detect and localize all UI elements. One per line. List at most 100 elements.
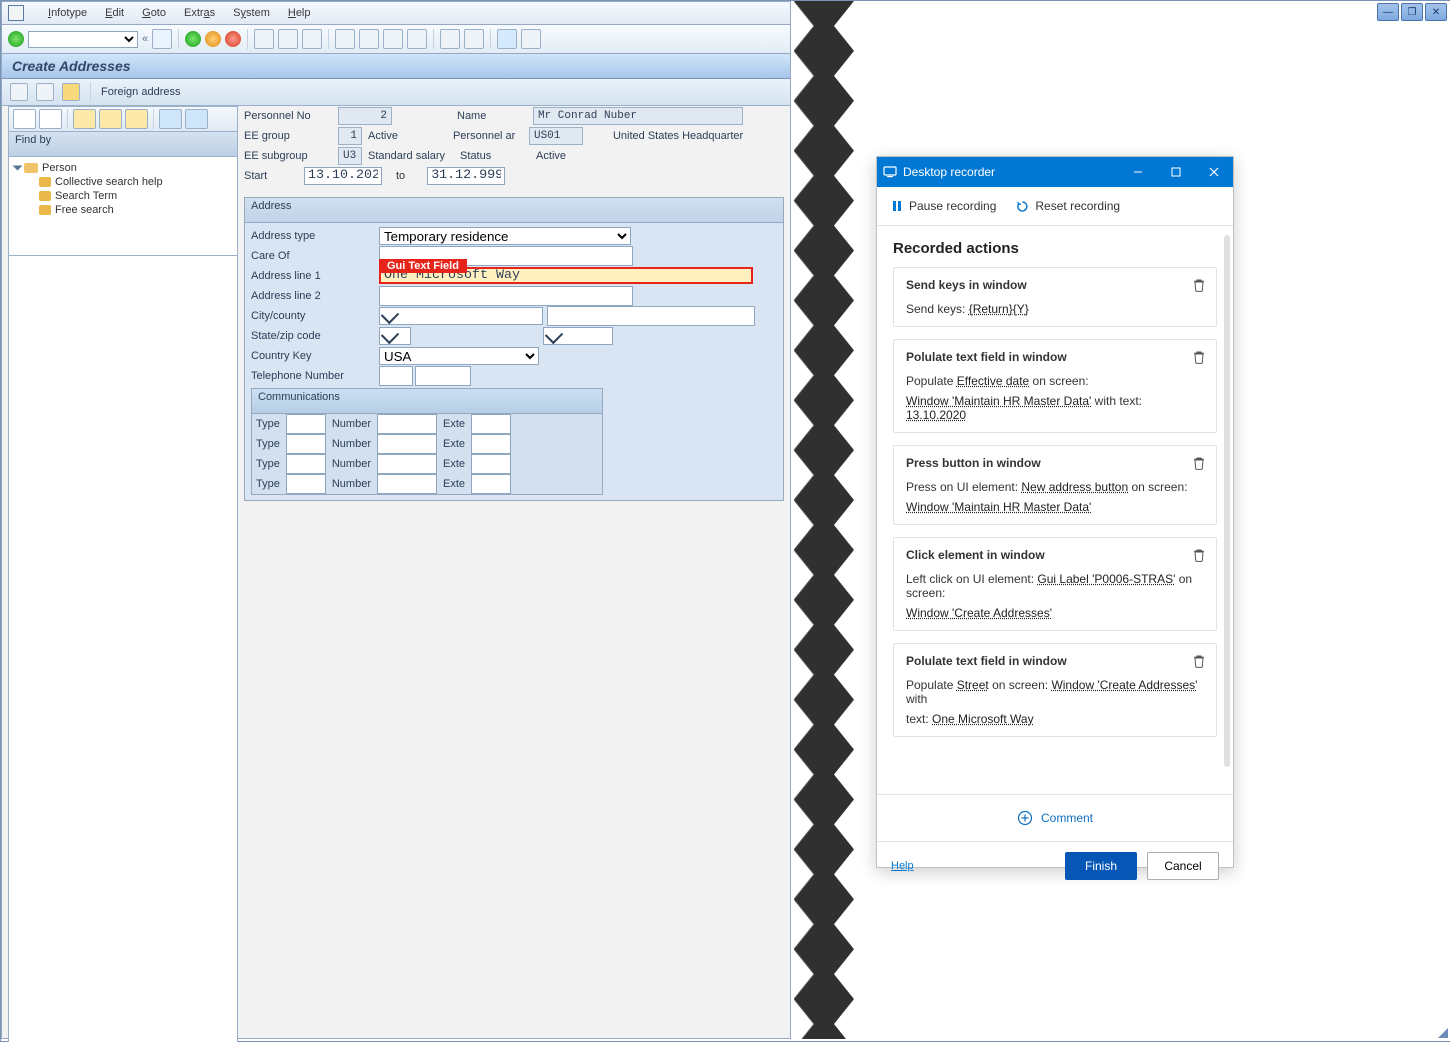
tel-label: Telephone Number: [251, 370, 379, 382]
ckey-select[interactable]: USA: [379, 347, 539, 365]
pa-text: United States Headquarter: [613, 130, 743, 142]
tree-person[interactable]: Person: [15, 161, 231, 175]
tree-searchterm[interactable]: Search Term: [15, 189, 231, 203]
comm-type-input[interactable]: [286, 414, 326, 434]
comm-ext-input[interactable]: [471, 414, 511, 434]
name-value: Mr Conrad Nuber: [533, 107, 743, 125]
ok-icon[interactable]: [8, 31, 24, 47]
comm-number-input[interactable]: [377, 454, 437, 474]
app-icon: [8, 5, 24, 21]
trash-icon[interactable]: [1192, 548, 1206, 562]
action-card-body: Send keys: {Return}{Y}: [906, 302, 1204, 316]
start-input[interactable]: [304, 167, 382, 185]
print-icon[interactable]: [254, 29, 274, 49]
close-btn[interactable]: ✕: [1425, 3, 1447, 21]
trash-icon[interactable]: [1192, 456, 1206, 470]
action-card-title: Polulate text field in window: [906, 654, 1204, 668]
minimize-btn[interactable]: —: [1377, 3, 1399, 21]
atype-select[interactable]: Temporary residence: [379, 227, 631, 245]
comm-number-input[interactable]: [377, 414, 437, 434]
comm-type-input[interactable]: [286, 434, 326, 454]
nav-fav-icon[interactable]: [99, 109, 122, 129]
help2-icon[interactable]: [497, 29, 517, 49]
find-icon[interactable]: [278, 29, 298, 49]
prev-icon[interactable]: [359, 29, 379, 49]
subtool-icon-2[interactable]: [36, 83, 54, 101]
action-card-title: Press button in window: [906, 456, 1204, 470]
comm-type-input[interactable]: [286, 454, 326, 474]
state-label: State/zip code: [251, 330, 379, 342]
finish-button[interactable]: Finish: [1065, 852, 1137, 880]
exit-icon[interactable]: [205, 31, 221, 47]
action-card[interactable]: Polulate text field in window Populate S…: [893, 643, 1217, 737]
save-icon[interactable]: [152, 29, 172, 49]
nav-up-icon[interactable]: [185, 109, 208, 129]
back-icon[interactable]: [185, 31, 201, 47]
nav-down-icon[interactable]: [159, 109, 182, 129]
next-icon[interactable]: [383, 29, 403, 49]
newwin-icon[interactable]: [440, 29, 460, 49]
foreign-address-button[interactable]: Foreign address: [101, 86, 181, 98]
tree-freesearch[interactable]: Free search: [15, 203, 231, 217]
trash-icon[interactable]: [1192, 654, 1206, 668]
cancel-button[interactable]: Cancel: [1147, 852, 1219, 880]
state-input[interactable]: [379, 327, 411, 345]
findnext-icon[interactable]: [302, 29, 322, 49]
action-card[interactable]: Click element in window Left click on UI…: [893, 537, 1217, 631]
command-field[interactable]: [28, 31, 138, 48]
first-icon[interactable]: [335, 29, 355, 49]
help-link[interactable]: Help: [891, 860, 914, 872]
communications-panel: Communications Type Number Exte Type Num…: [251, 388, 603, 495]
trash-icon[interactable]: [1192, 350, 1206, 364]
restore-btn[interactable]: ❐: [1401, 3, 1423, 21]
nav-fav2-icon[interactable]: [125, 109, 148, 129]
menu-help[interactable]: Help: [288, 7, 311, 19]
menu-system[interactable]: System: [233, 7, 270, 19]
comm-number-input[interactable]: [377, 474, 437, 494]
nav-back-icon[interactable]: [13, 109, 36, 129]
cancel-icon[interactable]: [225, 31, 241, 47]
add-comment-button[interactable]: Comment: [877, 794, 1233, 841]
shortcut-icon[interactable]: [464, 29, 484, 49]
action-card[interactable]: Polulate text field in window Populate E…: [893, 339, 1217, 433]
line2-input[interactable]: [379, 286, 633, 306]
comm-ext-input[interactable]: [471, 474, 511, 494]
to-input[interactable]: [427, 167, 505, 185]
menu-extras[interactable]: Extras: [184, 7, 215, 19]
action-card-body: Left click on UI element: Gui Label 'P00…: [906, 572, 1204, 620]
tel-input-a[interactable]: [379, 366, 413, 386]
comm-type-input[interactable]: [286, 474, 326, 494]
comm-ext-input[interactable]: [471, 454, 511, 474]
comm-number-label: Number: [332, 438, 371, 450]
menu-goto[interactable]: Goto: [142, 7, 166, 19]
layout-icon[interactable]: [521, 29, 541, 49]
nav-fwd-icon[interactable]: [39, 109, 62, 129]
nav-fav-add-icon[interactable]: [73, 109, 96, 129]
comm-number-input[interactable]: [377, 434, 437, 454]
status-text: Active: [536, 150, 566, 162]
comm-type-label: Type: [256, 438, 280, 450]
tree-collective[interactable]: Collective search help: [15, 175, 231, 189]
last-icon[interactable]: [407, 29, 427, 49]
recorder-min-btn[interactable]: [1119, 157, 1157, 187]
county-input[interactable]: [547, 306, 755, 326]
tel-input-b[interactable]: [415, 366, 471, 386]
action-card[interactable]: Send keys in window Send keys: {Return}{…: [893, 267, 1217, 327]
zip-input[interactable]: [543, 327, 613, 345]
recorder-close-btn[interactable]: [1195, 157, 1233, 187]
menu-edit[interactable]: Edit: [105, 7, 124, 19]
menu-infotype[interactable]: Infotype: [48, 7, 87, 19]
subtool-person-icon[interactable]: [62, 83, 80, 101]
recorder-scrollbar[interactable]: [1224, 235, 1230, 767]
reset-recording-button[interactable]: Reset recording: [1016, 199, 1120, 213]
resize-grip-icon[interactable]: [1438, 1028, 1448, 1038]
subtool-icon-1[interactable]: [10, 83, 28, 101]
comm-ext-input[interactable]: [471, 434, 511, 454]
recorder-max-btn[interactable]: [1157, 157, 1195, 187]
pause-recording-button[interactable]: Pause recording: [891, 199, 996, 213]
address-panel-title: Address: [245, 198, 783, 223]
page-title: Create Addresses: [2, 54, 790, 79]
trash-icon[interactable]: [1192, 278, 1206, 292]
city-input[interactable]: [379, 307, 543, 325]
action-card[interactable]: Press button in window Press on UI eleme…: [893, 445, 1217, 525]
